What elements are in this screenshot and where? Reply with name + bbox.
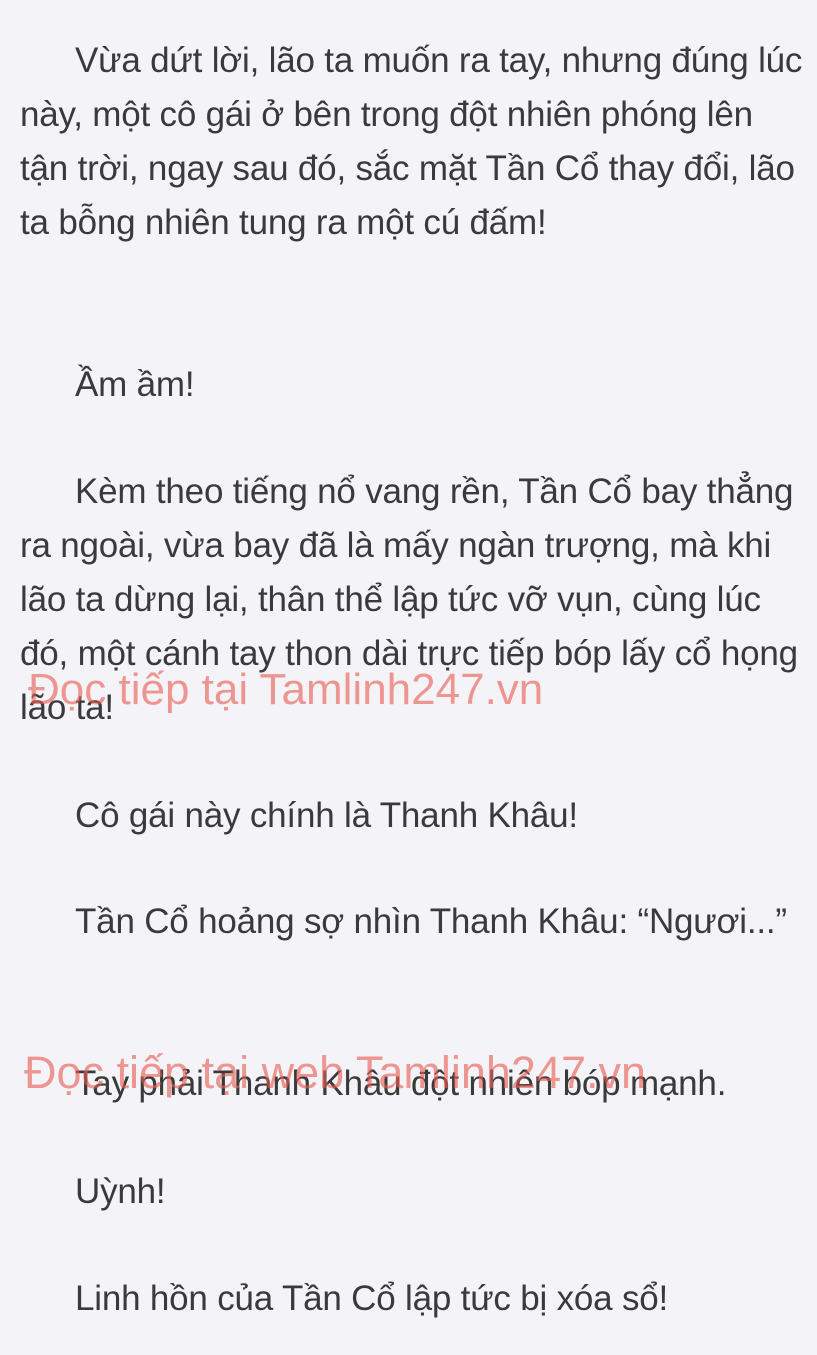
reader-page: Vừa dứt lời, lão ta muốn ra tay, nhưng đ… — [0, 0, 817, 1355]
paragraph: Linh hồn của Tần Cổ lập tức bị xóa sổ! — [75, 1279, 669, 1318]
paragraph: Vừa dứt lời, lão ta muốn ra tay, nhưng đ… — [20, 41, 803, 242]
paragraph: Kèm theo tiếng nổ vang rền, Tần Cổ bay t… — [20, 472, 798, 727]
paragraph: Ầm ầm! — [75, 365, 195, 404]
paragraph: Cô gái này chính là Thanh Khâu! — [75, 796, 578, 835]
paragraph: Uỳnh! — [75, 1172, 166, 1211]
paragraph: Tần Cổ hoảng sợ nhìn Thanh Khâu: “Ngươi.… — [75, 902, 787, 941]
paragraph: Tay phải Thanh Khâu đột nhiên bóp mạnh. — [75, 1064, 727, 1103]
